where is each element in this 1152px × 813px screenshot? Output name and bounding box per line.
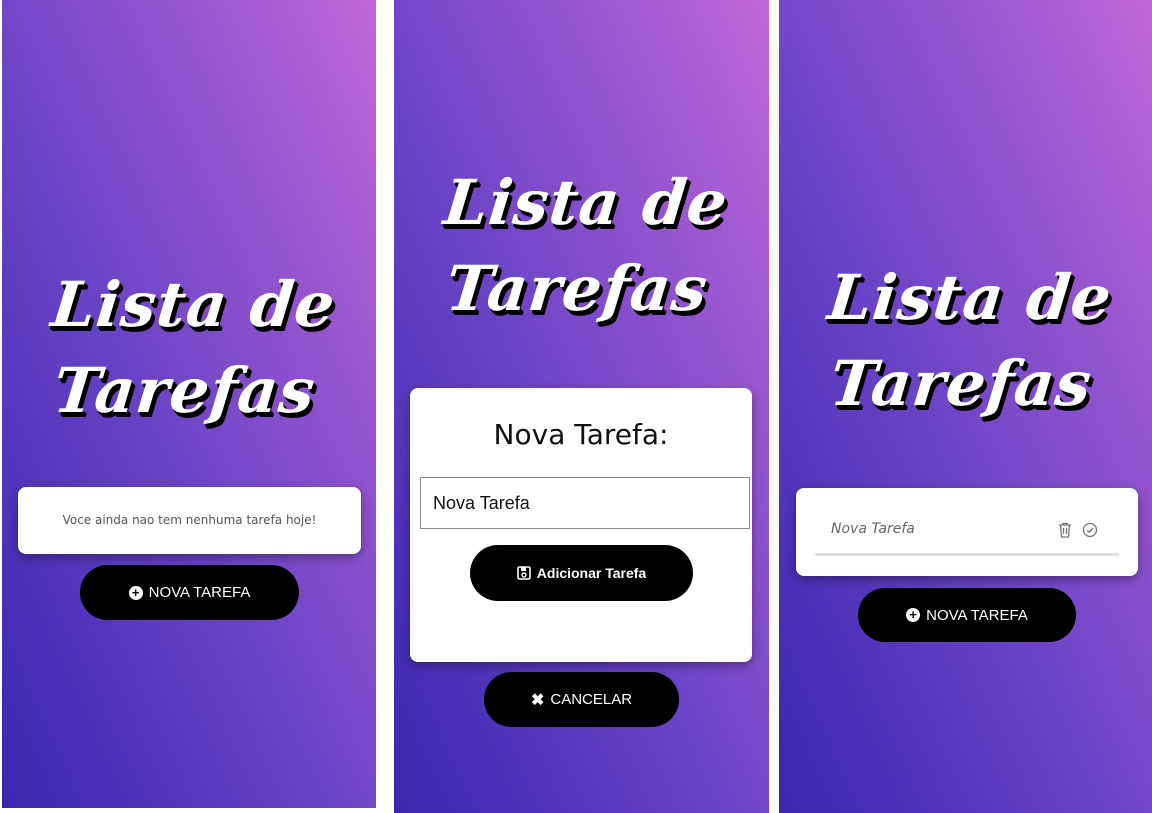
check-circle-icon[interactable] <box>1081 521 1099 539</box>
new-task-button[interactable]: + NOVA TAREFA <box>80 565 299 620</box>
plus-circle-icon: + <box>906 608 921 622</box>
app-title-line2: Tarefas <box>442 252 712 325</box>
x-icon: ✖ <box>530 691 545 709</box>
empty-card: Voce ainda nao tem nenhuma tarefa hoje! <box>18 487 361 554</box>
trash-icon[interactable] <box>1056 521 1074 539</box>
task-item-text: Nova Tarefa <box>831 521 915 537</box>
modal-title: Nova Tarefa: <box>493 418 669 451</box>
cancel-button[interactable]: ✖ CANCELAR <box>484 672 679 727</box>
task-name-input[interactable] <box>420 477 750 529</box>
app-title: Lista de Tarefas <box>779 255 1152 427</box>
add-task-label: Adicionar Tarefa <box>536 565 647 581</box>
add-task-button[interactable]: Adicionar Tarefa <box>470 545 693 601</box>
screen-task-list: Lista de Tarefas Nova Tarefa + NOVA TARE… <box>779 0 1152 813</box>
screen-empty-state: Lista de Tarefas Voce ainda nao tem nenh… <box>2 0 376 808</box>
task-list-card: Nova Tarefa <box>796 488 1138 576</box>
new-task-label: NOVA TAREFA <box>148 584 251 601</box>
empty-message: Voce ainda nao tem nenhuma tarefa hoje! <box>62 513 317 527</box>
new-task-button[interactable]: + NOVA TAREFA <box>858 588 1076 642</box>
screen-new-task-modal: Lista de Tarefas Nova Tarefa: Adicionar … <box>394 0 769 813</box>
app-title-line1: Lista de <box>440 166 732 239</box>
plus-circle-icon: + <box>128 585 143 600</box>
cancel-label: CANCELAR <box>550 691 633 708</box>
app-title: Lista de Tarefas <box>394 160 769 332</box>
task-divider <box>815 553 1119 556</box>
app-title-line1: Lista de <box>48 268 340 341</box>
app-title-line1: Lista de <box>824 261 1116 334</box>
new-task-modal: Nova Tarefa: Adicionar Tarefa <box>410 388 752 662</box>
app-title-line2: Tarefas <box>50 354 319 427</box>
new-task-label: NOVA TAREFA <box>926 606 1028 624</box>
floppy-disk-icon <box>516 566 531 580</box>
app-title: Lista de Tarefas <box>2 262 376 434</box>
app-title-line2: Tarefas <box>826 347 1096 420</box>
